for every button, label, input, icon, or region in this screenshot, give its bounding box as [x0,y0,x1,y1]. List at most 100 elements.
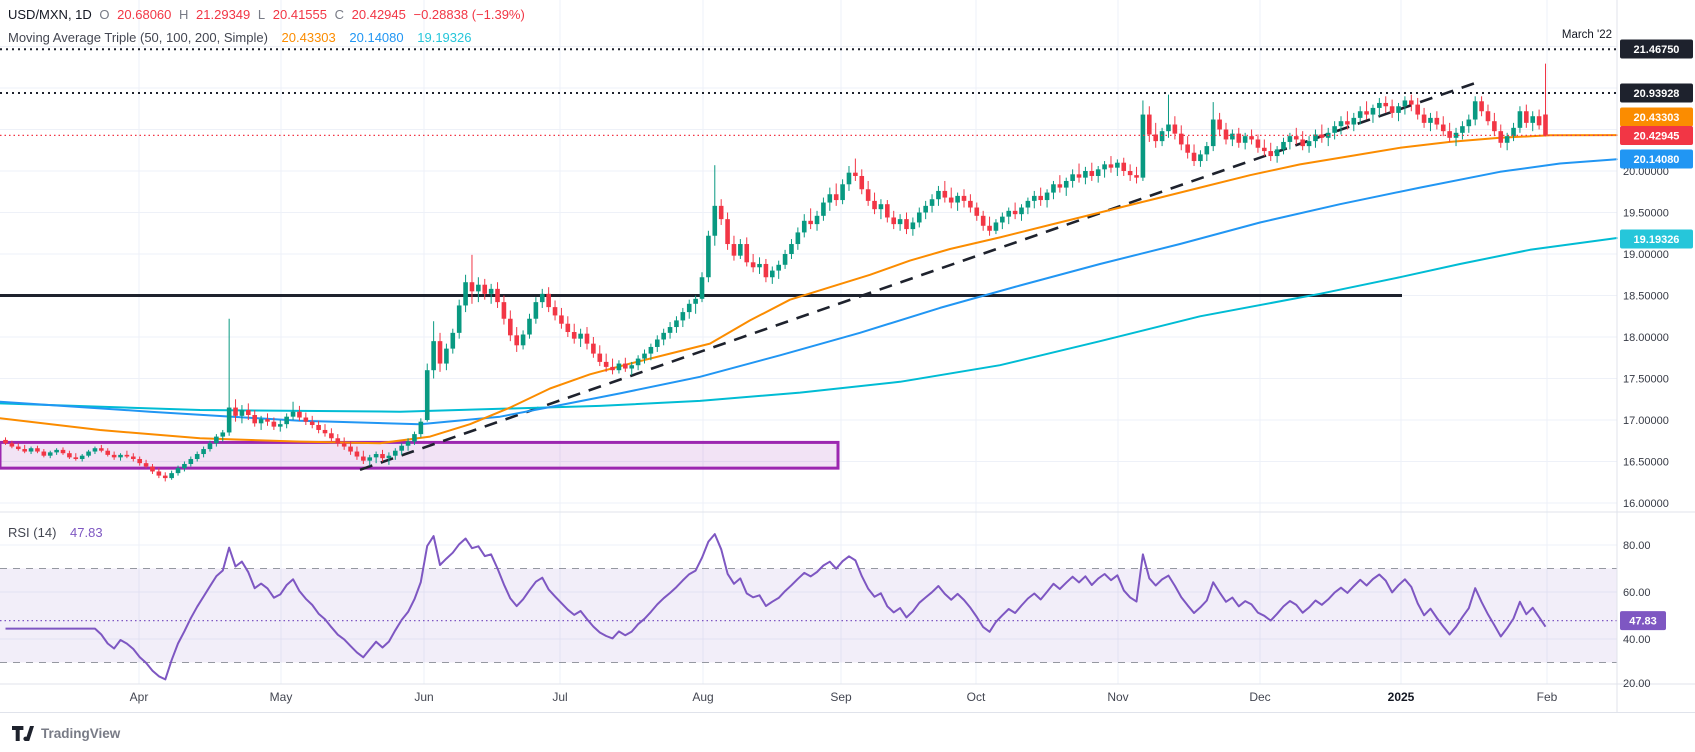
candle-body [527,319,532,335]
candle-body [1243,136,1248,143]
candle-body [885,204,890,217]
candle-body [195,454,200,459]
candle-body [687,304,692,312]
tradingview-logo[interactable]: TradingView [12,726,120,741]
candle-body [42,452,47,456]
rsi-tick-label: 40.00 [1623,634,1651,646]
ma50-line[interactable] [0,135,1617,443]
symbol-title: USD/MXN, 1D [8,7,92,22]
candle-body [1447,131,1452,138]
candle-body [559,315,564,323]
candle-body [764,264,769,277]
price-chart[interactable]: March '2220.0000019.5000019.0000018.5000… [0,0,1695,712]
candle-body [725,219,730,244]
candle-body [968,201,973,208]
candle-body [278,424,283,426]
candle-body [572,332,577,339]
rsi-legend-label: RSI (14) [8,525,56,540]
candle-body [163,476,168,478]
candle-body [1332,126,1337,133]
candle-body [399,446,404,451]
candle-body [1045,193,1050,200]
candle-body [534,302,539,319]
candle-body [955,196,960,203]
candle-body [1498,131,1503,143]
ma100-value: 20.14080 [349,30,403,45]
candle-body [834,194,839,200]
candlestick-series[interactable] [3,64,1548,482]
candle-body [674,320,679,327]
ma-legend[interactable]: Moving Average Triple (50, 100, 200, Sim… [8,30,475,45]
candle-body [974,208,979,216]
ma100-line[interactable] [0,159,1617,424]
candle-body [99,448,104,450]
march22-annotation: March '22 [1562,29,1612,41]
price-tick-label: 18.50000 [1623,291,1669,303]
candle-body [1064,181,1069,188]
candle-body [1486,111,1491,121]
candle-body [1435,118,1440,125]
candle-body [770,271,775,278]
candle-body [169,473,174,478]
candle-body [304,418,309,422]
candle-body [1409,100,1414,104]
candle-body [949,198,954,203]
ma200-line[interactable] [0,238,1617,412]
candle-body [744,244,749,262]
time-scale[interactable]: AprMayJunJulAugSepOctNovDec2025Feb [130,690,1558,704]
candle-body [73,457,78,459]
candle-body [1396,106,1401,113]
candle-body [10,443,15,446]
price-tick-label: 17.00000 [1623,415,1669,427]
candle-body [981,216,986,226]
symbol-legend[interactable]: USD/MXN, 1D O 20.68060 H 21.29349 L 20.4… [8,7,529,22]
candle-body [642,354,647,359]
candle-body [1230,134,1235,140]
candle-body [1339,121,1344,126]
candle-body [265,419,270,421]
candle-body [898,219,903,224]
candle-body [1000,217,1005,223]
time-tick-label: 2025 [1388,690,1415,704]
candle-body [521,335,526,346]
candle-body [1173,125,1178,134]
low-label: L [258,7,265,22]
candle-body [444,349,449,364]
candle-body [655,339,660,346]
close-value: 20.42945 [352,7,406,22]
candle-body [936,191,941,199]
candle-body [1205,146,1210,154]
candle-body [361,457,366,461]
candle-body [438,341,443,363]
candle-body [1013,211,1018,214]
candle-body [1300,139,1305,146]
candle-body [1109,164,1114,167]
open-label: O [99,7,109,22]
candle-body [1524,111,1529,123]
candle-body [240,410,245,416]
candle-body [1294,136,1299,139]
candle-body [1121,163,1126,171]
rsi-legend[interactable]: RSI (14) 47.83 [8,525,107,540]
candle-body [1307,141,1312,146]
candle-body [636,359,641,366]
candle-body [374,454,379,457]
candle-body [29,448,34,451]
candle-body [157,471,162,475]
candle-body [380,454,385,458]
candle-body [706,236,711,277]
candle-body [419,422,424,434]
tradingview-chart-window: March '2220.0000019.5000019.0000018.5000… [0,0,1695,752]
candle-body [86,452,91,456]
candle-body [591,344,596,354]
price-tick-label: 16.00000 [1623,498,1669,510]
candle-body [1492,121,1497,131]
candle-body [1051,184,1056,192]
candle-body [872,201,877,209]
candle-body [463,282,468,305]
price-tick-label: 19.00000 [1623,249,1669,261]
candle-body [668,327,673,333]
candle-body [297,412,302,418]
ma50-value: 20.43303 [282,30,336,45]
candle-body [1256,139,1261,147]
